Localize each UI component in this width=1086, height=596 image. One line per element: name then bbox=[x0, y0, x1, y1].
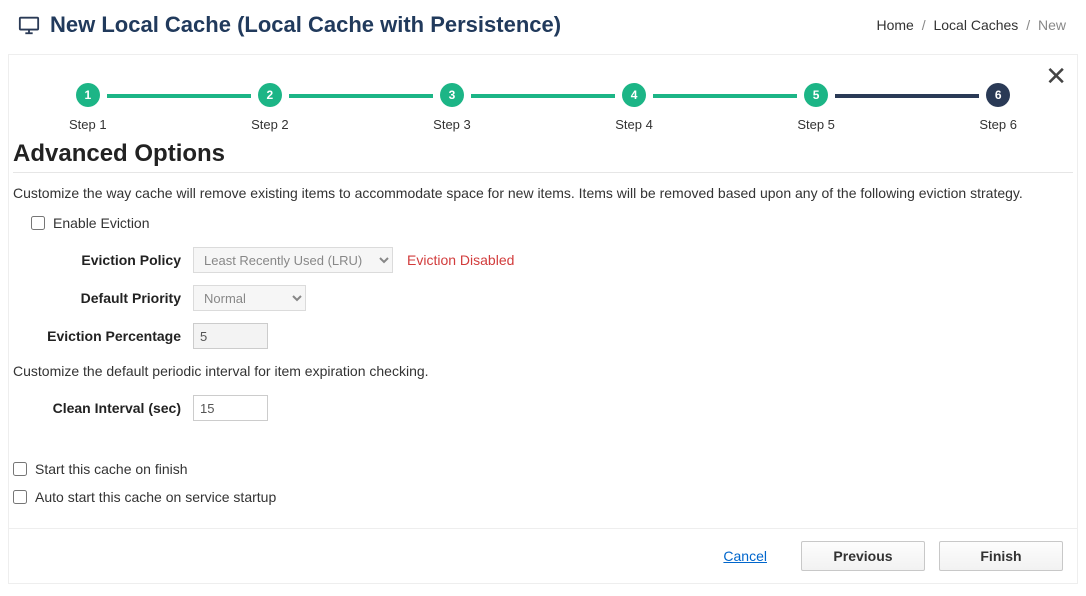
start-on-finish-checkbox[interactable] bbox=[13, 462, 27, 476]
step-label: Step 4 bbox=[615, 117, 653, 132]
eviction-policy-row: Eviction Policy Least Recently Used (LRU… bbox=[9, 241, 1077, 279]
auto-start-row: Auto start this cache on service startup bbox=[9, 485, 1077, 513]
step-circle: 2 bbox=[258, 83, 282, 107]
step-connector bbox=[653, 94, 797, 98]
step-1[interactable]: 1 Step 1 bbox=[69, 83, 107, 132]
stepper: 1 Step 1 2 Step 2 3 Step 3 4 Step 4 5 St… bbox=[9, 55, 1077, 140]
wizard-panel: ✕ 1 Step 1 2 Step 2 3 Step 3 4 Step 4 5 … bbox=[8, 54, 1078, 584]
step-5[interactable]: 5 Step 5 bbox=[797, 83, 835, 132]
finish-button[interactable]: Finish bbox=[939, 541, 1063, 571]
step-connector bbox=[471, 94, 615, 98]
close-icon[interactable]: ✕ bbox=[1045, 63, 1067, 89]
monitor-icon bbox=[18, 14, 40, 36]
step-3[interactable]: 3 Step 3 bbox=[433, 83, 471, 132]
topbar-left: New Local Cache (Local Cache with Persis… bbox=[18, 12, 561, 38]
step-label: Step 5 bbox=[797, 117, 835, 132]
clean-interval-input[interactable] bbox=[193, 395, 268, 421]
step-label: Step 6 bbox=[979, 117, 1017, 132]
cancel-link[interactable]: Cancel bbox=[723, 548, 767, 564]
default-priority-label: Default Priority bbox=[13, 290, 193, 306]
eviction-policy-select[interactable]: Least Recently Used (LRU) bbox=[193, 247, 393, 273]
auto-start-label[interactable]: Auto start this cache on service startup bbox=[35, 489, 276, 505]
enable-eviction-checkbox[interactable] bbox=[31, 216, 45, 230]
step-connector bbox=[835, 94, 979, 98]
auto-start-checkbox[interactable] bbox=[13, 490, 27, 504]
breadcrumb-current: New bbox=[1038, 17, 1066, 33]
footer-bar: Cancel Previous Finish bbox=[9, 528, 1077, 583]
enable-eviction-row: Enable Eviction bbox=[9, 211, 1077, 241]
eviction-policy-label: Eviction Policy bbox=[13, 252, 193, 268]
enable-eviction-label[interactable]: Enable Eviction bbox=[53, 215, 150, 231]
clean-interval-row: Clean Interval (sec) bbox=[9, 389, 1077, 427]
default-priority-row: Default Priority Normal bbox=[9, 279, 1077, 317]
step-circle: 1 bbox=[76, 83, 100, 107]
start-on-finish-row: Start this cache on finish bbox=[9, 457, 1077, 485]
default-priority-select[interactable]: Normal bbox=[193, 285, 306, 311]
step-4[interactable]: 4 Step 4 bbox=[615, 83, 653, 132]
start-on-finish-label[interactable]: Start this cache on finish bbox=[35, 461, 188, 477]
breadcrumb-sep: / bbox=[1026, 17, 1030, 33]
breadcrumb-home[interactable]: Home bbox=[876, 17, 913, 33]
clean-interval-desc: Customize the default periodic interval … bbox=[9, 355, 1077, 389]
breadcrumb-sep: / bbox=[922, 17, 926, 33]
step-connector bbox=[289, 94, 433, 98]
step-label: Step 1 bbox=[69, 117, 107, 132]
step-circle: 3 bbox=[440, 83, 464, 107]
step-circle: 5 bbox=[804, 83, 828, 107]
step-2[interactable]: 2 Step 2 bbox=[251, 83, 289, 132]
eviction-desc: Customize the way cache will remove exis… bbox=[9, 185, 1077, 211]
topbar: New Local Cache (Local Cache with Persis… bbox=[0, 0, 1086, 48]
breadcrumb-local-caches[interactable]: Local Caches bbox=[933, 17, 1018, 33]
step-label: Step 2 bbox=[251, 117, 289, 132]
eviction-pct-label: Eviction Percentage bbox=[13, 328, 193, 344]
eviction-disabled-msg: Eviction Disabled bbox=[407, 252, 514, 268]
previous-button[interactable]: Previous bbox=[801, 541, 925, 571]
section-title: Advanced Options bbox=[9, 140, 1077, 168]
step-circle: 6 bbox=[986, 83, 1010, 107]
eviction-pct-row: Eviction Percentage bbox=[9, 317, 1077, 355]
step-6[interactable]: 6 Step 6 bbox=[979, 83, 1017, 132]
section-divider bbox=[13, 172, 1073, 173]
breadcrumb: Home / Local Caches / New bbox=[876, 17, 1066, 33]
step-circle: 4 bbox=[622, 83, 646, 107]
clean-interval-label: Clean Interval (sec) bbox=[13, 400, 193, 416]
step-label: Step 3 bbox=[433, 117, 471, 132]
eviction-pct-input[interactable] bbox=[193, 323, 268, 349]
page-title: New Local Cache (Local Cache with Persis… bbox=[50, 12, 561, 38]
step-connector bbox=[107, 94, 251, 98]
